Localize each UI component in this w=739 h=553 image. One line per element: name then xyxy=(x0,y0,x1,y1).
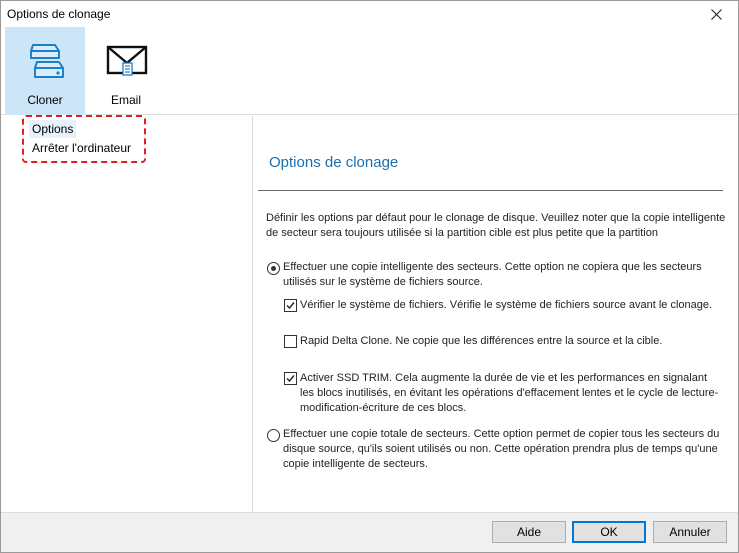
close-button[interactable] xyxy=(694,1,738,27)
window-title: Options de clonage xyxy=(7,7,111,21)
envelope-icon xyxy=(106,45,148,76)
ok-button[interactable]: OK xyxy=(572,521,646,543)
section-divider xyxy=(258,190,723,191)
sidebar: Options Arrêter l'ordinateur xyxy=(1,115,253,512)
disk-stack-icon xyxy=(30,44,64,78)
rapid-delta-label: Rapid Delta Clone. Ne copie que les diff… xyxy=(300,335,663,347)
rapid-delta-checkbox[interactable] xyxy=(284,335,297,348)
close-icon xyxy=(710,8,722,20)
verify-fs-label: Vérifier le système de fichiers. Vérifie… xyxy=(300,299,713,311)
clone-options-dialog: Options de clonage Cloner Email Options … xyxy=(0,0,739,553)
annotation-highlight-box xyxy=(22,115,146,163)
tool-email-label: Email xyxy=(110,93,141,107)
full-copy-radio[interactable] xyxy=(267,429,280,442)
ssd-trim-checkbox[interactable] xyxy=(284,372,297,385)
toolbar: Cloner Email xyxy=(1,27,738,115)
tool-cloner[interactable]: Cloner xyxy=(5,27,85,115)
checkmark-icon xyxy=(286,375,295,383)
checkmark-icon xyxy=(286,302,295,310)
section-title: Options de clonage xyxy=(269,154,399,171)
title-bar: Options de clonage xyxy=(1,1,738,27)
full-copy-label: Effectuer une copie totale de secteurs. … xyxy=(283,428,720,470)
tool-cloner-label: Cloner xyxy=(27,93,63,107)
button-bar: Aide OK Annuler xyxy=(1,512,738,552)
tool-email[interactable]: Email xyxy=(86,27,166,115)
intro-text: Définir les options par défaut pour le c… xyxy=(266,212,726,239)
options-panel: Options de clonage Définir les options p… xyxy=(254,116,738,512)
ssd-trim-label: Activer SSD TRIM. Cela augmente la durée… xyxy=(300,372,719,414)
smart-copy-label: Effectuer une copie intelligente des sec… xyxy=(283,261,702,288)
cancel-button[interactable]: Annuler xyxy=(653,521,727,543)
verify-fs-checkbox[interactable] xyxy=(284,299,297,312)
help-button[interactable]: Aide xyxy=(492,521,566,543)
smart-copy-radio[interactable] xyxy=(267,262,280,275)
